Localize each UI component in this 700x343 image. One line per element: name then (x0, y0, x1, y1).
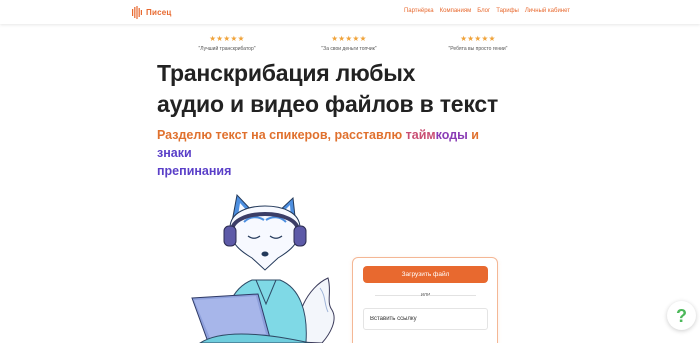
upload-card: Загрузить файл или (352, 257, 498, 343)
nav-link-companies[interactable]: Компаниям (440, 8, 472, 14)
subtitle-part: и (467, 128, 479, 142)
nav-link-account[interactable]: Личный кабинет (525, 8, 570, 14)
review-item: ★★★★★ "Лучший транскрибатор" (162, 34, 292, 52)
page-title-line-2: аудио и видео файлов в текст (157, 91, 499, 117)
review-quote: "Лучший транскрибатор" (198, 46, 256, 52)
divider-line (428, 295, 476, 296)
logo[interactable]: Писец (132, 5, 171, 19)
or-divider: или (363, 291, 488, 299)
hero-subtitle: Разделю текст на спикеров, расставлю тай… (157, 126, 497, 180)
nav-link-partners[interactable]: Партнёрка (404, 8, 434, 14)
rating-stars: ★★★★★ (209, 34, 245, 43)
subtitle-part: тайм (405, 128, 436, 142)
page-title-line-1: Транскрибация любых (157, 60, 416, 86)
subtitle-part: знаки (157, 146, 192, 160)
nav-link-blog[interactable]: Блог (477, 8, 490, 14)
review-quote: "За свои деньги топчик" (321, 46, 377, 52)
page-title: Транскрибация любых аудио и видео файлов… (157, 58, 498, 120)
sound-wave-logo-icon (132, 5, 142, 19)
subtitle-part: препинания (157, 164, 232, 178)
help-chat-button[interactable]: ? (667, 301, 696, 330)
question-mark-icon: ? (676, 305, 687, 326)
rating-stars: ★★★★★ (331, 34, 367, 43)
subtitle-part: коды (435, 128, 468, 142)
logo-text: Писец (146, 7, 172, 17)
rating-stars: ★★★★★ (460, 34, 496, 43)
nav-link-pricing[interactable]: Тарифы (496, 8, 519, 14)
review-quote: "Ребята вы просто гении" (448, 46, 508, 52)
paste-link-input[interactable] (363, 308, 488, 330)
subtitle-part: Разделю текст на спикеров, расставлю (157, 128, 406, 142)
review-item: ★★★★★ "Ребята вы просто гении" (413, 34, 543, 52)
main-nav: Партнёрка Компаниям Блог Тарифы Личный к… (404, 8, 570, 14)
site-header: Писец Партнёрка Компаниям Блог Тарифы Ли… (0, 0, 700, 24)
upload-file-button[interactable]: Загрузить файл (363, 266, 488, 283)
review-item: ★★★★★ "За свои деньги топчик" (284, 34, 414, 52)
fox-mascot-illustration (191, 193, 335, 343)
